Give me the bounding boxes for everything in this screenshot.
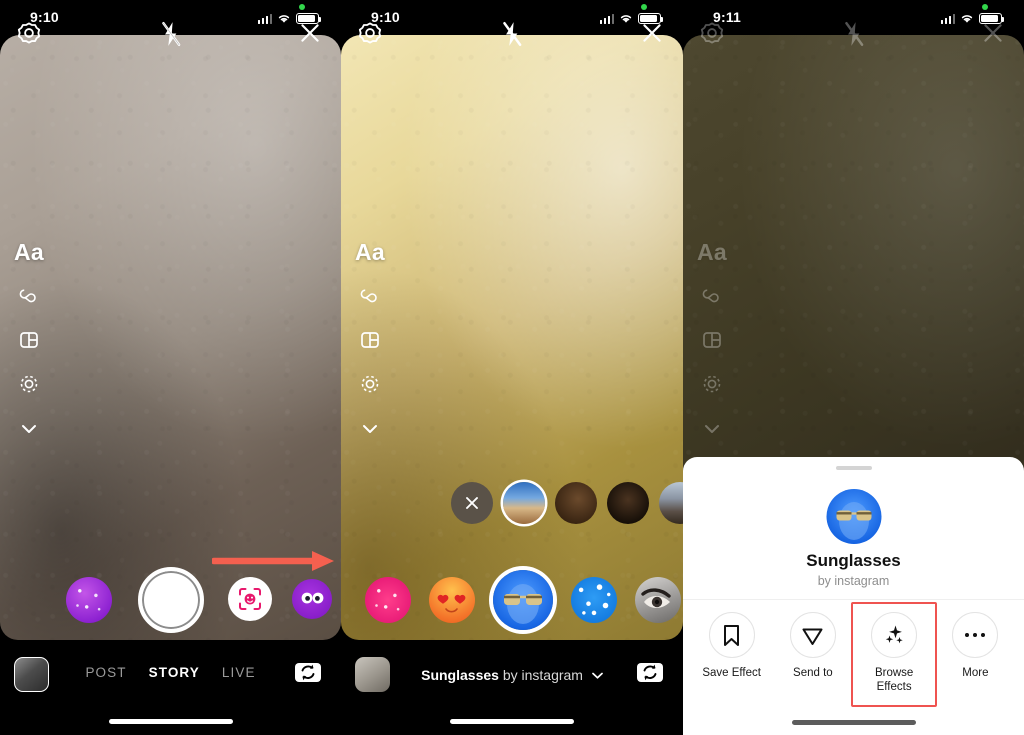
ellipsis-icon (952, 612, 999, 658)
sparkles-icon (871, 612, 918, 658)
sunglasses-effect-icon (826, 489, 881, 544)
send-to-button[interactable]: Send to (778, 612, 848, 695)
effect-detail-sheet: Sunglasses by instagram Save Effect Send… (683, 457, 1024, 735)
more-label: More (962, 667, 989, 679)
tool-label: Aa (355, 238, 386, 265)
text-tool[interactable]: Aa (14, 230, 44, 274)
mode-story[interactable]: STORY (149, 665, 200, 680)
wifi-icon (619, 13, 633, 24)
effect-heart-eyes[interactable] (429, 577, 475, 623)
save-effect-label: Save Effect (702, 667, 761, 679)
boomerang-tool[interactable] (14, 274, 44, 318)
panel-camera-story: 9:10 Aa POST STORY LIVE (0, 0, 341, 735)
shutter-button[interactable] (137, 567, 204, 633)
panel-effects-carousel: 9:10 Aa Sunglasses by instagram (341, 0, 683, 735)
face-scan-effect[interactable] (228, 577, 272, 621)
wifi-icon (960, 13, 974, 24)
status-bar: 9:10 (0, 0, 341, 35)
status-bar: 9:10 (341, 0, 683, 35)
effect-sunglasses[interactable] (493, 570, 553, 630)
save-effect-button[interactable]: Save Effect (697, 612, 767, 695)
effect-eye-makeup[interactable] (635, 577, 681, 623)
effect-thumbnail-carousel[interactable] (341, 477, 683, 529)
home-indicator (108, 719, 233, 724)
browse-effects-label: Browse Effects (874, 667, 914, 694)
signal-bars-icon (940, 13, 955, 24)
effect-thumb-night[interactable] (607, 482, 649, 524)
battery-icon (979, 13, 1005, 24)
tool-rail: Aa (14, 230, 44, 450)
status-icons (599, 11, 664, 24)
recording-dot-icon (641, 4, 647, 10)
text-tool[interactable]: Aa (355, 230, 385, 274)
boomerang-tool[interactable] (697, 274, 727, 318)
tool-label: Aa (697, 238, 728, 265)
purple-hearts-effect[interactable] (66, 577, 112, 623)
battery-icon (296, 13, 322, 24)
send-to-label: Send to (793, 667, 833, 679)
sheet-divider (683, 599, 1024, 600)
signal-bars-icon (599, 13, 614, 24)
layout-tool[interactable] (697, 318, 727, 362)
status-time: 9:11 (713, 9, 742, 25)
effect-thumb-city[interactable] (659, 482, 683, 524)
tool-rail: Aa (697, 230, 727, 450)
tool-rail: Aa (355, 230, 385, 450)
panel-effect-sheet: 9:11 Aa Sunglasses by instagram Save Eff… (683, 0, 1024, 735)
recording-dot-icon (982, 4, 988, 10)
paper-plane-icon (789, 612, 836, 658)
wifi-icon (277, 13, 291, 24)
home-indicator (791, 720, 916, 725)
purple-eyes-effect[interactable] (292, 579, 332, 619)
layout-tool[interactable] (14, 318, 44, 362)
effect-author: by instagram (817, 574, 890, 588)
effect-actions: Save Effect Send to Browse Effects More (683, 602, 1024, 707)
more-button[interactable]: More (940, 612, 1010, 695)
capture-row (0, 565, 341, 635)
home-indicator (450, 719, 574, 724)
bottom-bar: POST STORY LIVE (0, 640, 341, 735)
flip-camera-icon[interactable] (293, 659, 323, 685)
flip-camera-icon[interactable] (635, 659, 665, 685)
effect-name: Sunglasses (421, 667, 499, 683)
bottom-bar: Sunglasses by instagram (341, 640, 683, 735)
effect-snow-dots[interactable] (571, 577, 617, 623)
create-mode-tool[interactable] (14, 362, 44, 406)
effect-thumb-brown[interactable] (555, 482, 597, 524)
bookmark-icon (708, 612, 755, 658)
mode-post[interactable]: POST (85, 665, 126, 680)
camera-viewfinder[interactable] (341, 35, 683, 640)
status-icons (940, 11, 1005, 24)
mode-live[interactable]: LIVE (222, 665, 256, 680)
status-bar: 9:11 (683, 0, 1024, 35)
drag-handle[interactable] (835, 466, 872, 470)
battery-icon (638, 13, 664, 24)
signal-bars-icon (257, 13, 272, 24)
effect-name-label[interactable]: Sunglasses by instagram (341, 667, 683, 683)
create-mode-tool[interactable] (697, 362, 727, 406)
effect-author: by instagram (502, 667, 583, 683)
status-time: 9:10 (30, 9, 59, 25)
mode-switcher: POST STORY LIVE (0, 665, 341, 680)
tool-label: Aa (14, 238, 45, 265)
more-tools[interactable] (14, 406, 44, 450)
chevron-down-icon[interactable] (592, 672, 603, 679)
more-tools[interactable] (697, 406, 727, 450)
effect-carousel[interactable] (341, 565, 683, 635)
status-icons (257, 11, 322, 24)
create-mode-tool[interactable] (355, 362, 385, 406)
recording-dot-icon (299, 4, 305, 10)
effect-thumb-beach[interactable] (503, 482, 545, 524)
layout-tool[interactable] (355, 318, 385, 362)
status-time: 9:10 (371, 9, 400, 25)
text-tool[interactable]: Aa (697, 230, 727, 274)
boomerang-tool[interactable] (355, 274, 385, 318)
browse-effects-button[interactable]: Browse Effects (851, 602, 938, 707)
close-effects[interactable] (451, 482, 493, 524)
effect-sparkle-pink[interactable] (365, 577, 411, 623)
screenshot-triptych: 9:10 Aa POST STORY LIVE 9:10 Aa Sunglass… (0, 0, 1024, 735)
annotation-arrow-right (212, 548, 337, 574)
effect-title: Sunglasses (806, 551, 901, 570)
more-tools[interactable] (355, 406, 385, 450)
